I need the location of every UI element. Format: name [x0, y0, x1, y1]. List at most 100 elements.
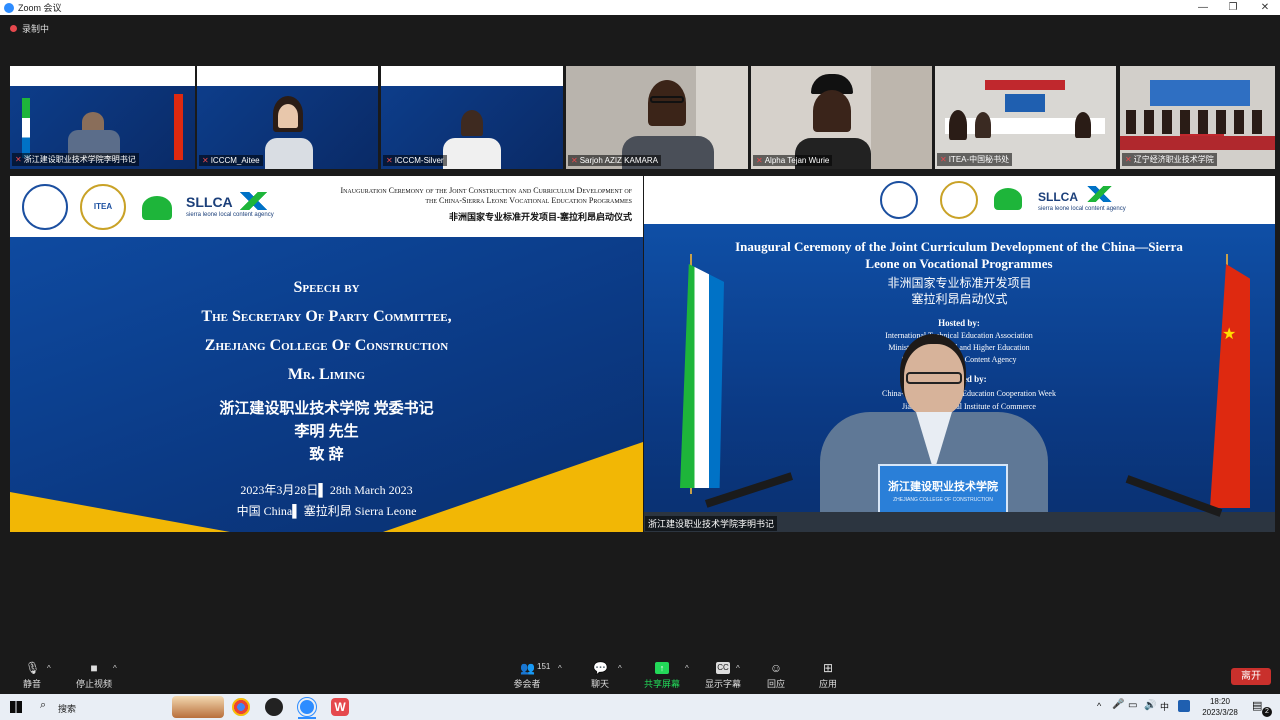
leave-button[interactable]: 离开 [1231, 668, 1271, 685]
os-taskbar: ⌕ 搜索 W ^ 🎤 ▭ 🔊 中 18:20 2023/3/28 ▤ 2 [0, 694, 1280, 720]
cc-icon: CC [716, 662, 730, 674]
backdrop-title-cn: 非洲国家专业标准开发项目 [887, 276, 1032, 290]
chat-chevron-icon[interactable]: ^ [618, 664, 622, 673]
participant-body [265, 138, 313, 169]
itea-logo-icon: ITEA [80, 184, 126, 230]
apps-button[interactable]: ⊞ 应用 [816, 662, 840, 690]
speech-line: Mr. Liming [287, 366, 366, 383]
meeting-toolbar: 🎙 静音 ^ ■ 停止视频 ^ 👥 参会者 151 ^ 💬 聊天 ^ ↑ 共享屏幕 ^ C… [0, 656, 1280, 694]
tray-mic-icon[interactable]: 🎤 [1112, 699, 1124, 710]
speaker-face [82, 112, 104, 132]
sierra-leone-coat-of-arms-icon [994, 188, 1022, 210]
curtain [871, 66, 932, 169]
org-item: China-Africa Vocational Education Cooper… [882, 389, 1056, 398]
mic-muted-icon: ✕ [202, 156, 209, 165]
clock-date: 2023/3/28 [1202, 708, 1238, 717]
maximize-button[interactable]: ❐ [1218, 0, 1248, 15]
zoom-taskbar-icon[interactable] [297, 697, 317, 717]
speech-line: Zhejiang College Of Construction [204, 337, 449, 354]
attendee [975, 112, 991, 138]
notification-icon[interactable]: ▤ [1252, 699, 1262, 712]
participant-face [648, 80, 686, 126]
participant-count: 151 [537, 662, 551, 671]
tile-slide-header [381, 66, 563, 86]
slide-header: ITEA SLLCA sierra leone local content ag… [10, 176, 643, 237]
window-title: Zoom 会议 [18, 3, 62, 13]
mic-muted-icon: ✕ [756, 156, 763, 165]
participant-tile[interactable]: ✕ ICCCM_Aitee [197, 66, 378, 169]
chat-button[interactable]: 💬 聊天 [588, 662, 612, 690]
share-screen-button[interactable]: ↑ 共享屏幕 [644, 662, 680, 690]
participant-tile[interactable]: ✕ Alpha Tejan Wurie [751, 66, 932, 169]
microphone-icon: 🎙 [25, 661, 41, 675]
speech-line: The Secretary Of Party Committee, [201, 308, 452, 325]
participant-tile[interactable]: ✕ Sarjoh AZIZ KAMARA [566, 66, 748, 169]
clock[interactable]: 18:20 2023/3/28 [1198, 696, 1242, 718]
tile-slide-header [197, 66, 378, 86]
participant-tile[interactable]: ✕ 辽宁经济职业技术学院 [1120, 66, 1275, 169]
speech-place: 中国 China▌ 塞拉利昂 Sierra Leone [236, 504, 417, 518]
speech-line-cn: 浙江建设职业技术学院 党委书记 [219, 400, 434, 417]
video-camera-icon: ■ [90, 661, 98, 675]
mute-button[interactable]: 🎙 静音 [20, 662, 44, 690]
nameplate: 浙江建设职业技术学院 ZHEJIANG COLLEGE OF CONSTRUCT… [878, 464, 1008, 516]
reactions-button[interactable]: ☺ 回应 [764, 662, 788, 690]
speech-date: 2023年3月28日▌ 28th March 2023 [240, 483, 413, 497]
china-flag-icon [174, 94, 183, 160]
backdrop-header: SLLCA sierra leone local content agency [644, 176, 1275, 224]
tray-chevron-icon[interactable]: ^ [1097, 701, 1101, 711]
attendee [949, 110, 967, 140]
attendee [1075, 112, 1091, 138]
stop-video-button[interactable]: ■ 停止视频 [74, 662, 114, 690]
minimize-button[interactable]: — [1188, 0, 1218, 15]
taskbar-search-label[interactable]: 搜索 [58, 702, 76, 715]
close-button[interactable]: ✕ [1250, 0, 1280, 15]
apps-grid-icon: ⊞ [822, 661, 834, 675]
participant-tile[interactable]: ✕ 浙江建设职业技术学院李明书记 [10, 66, 195, 169]
speech-line-cn: 致 辞 [309, 446, 344, 463]
speech-title: Speech by The Secretary Of Party Committ… [10, 273, 643, 389]
speech-title-cn: 浙江建设职业技术学院 党委书记 李明 先生 致 辞 [10, 397, 643, 466]
zoom-logo-icon [4, 2, 14, 13]
participant-tile[interactable]: ✕ ICCCM-Silver [381, 66, 563, 169]
captions-chevron-icon[interactable]: ^ [736, 664, 740, 673]
recording-indicator[interactable]: 录制中 [0, 15, 1280, 41]
tray-network-icon[interactable]: ▭ [1128, 700, 1137, 711]
tray-app-icon[interactable] [1178, 700, 1190, 712]
glasses-icon [906, 372, 962, 384]
nameplate-en: ZHEJIANG COLLEGE OF CONSTRUCTION [893, 497, 993, 503]
windows-start-icon[interactable] [10, 701, 22, 713]
audio-options-chevron-icon[interactable]: ^ [47, 664, 51, 673]
video-options-chevron-icon[interactable]: ^ [113, 664, 117, 673]
banner [985, 80, 1065, 90]
participants-chevron-icon[interactable]: ^ [558, 664, 562, 673]
association-seal-icon [22, 184, 68, 230]
sllca-mountain-icon [232, 192, 278, 210]
wps-icon[interactable]: W [331, 698, 349, 716]
association-seal-icon [880, 181, 918, 219]
sierra-leone-coat-of-arms-icon [142, 196, 172, 220]
search-icon[interactable]: ⌕ [40, 699, 46, 712]
participant-tile[interactable]: ✕ ITEA-中国秘书处 [935, 66, 1116, 169]
record-dot-icon [10, 24, 17, 32]
chrome-icon[interactable] [232, 698, 250, 716]
slide-header-title: Inauguration Ceremony of the Joint Const… [340, 186, 632, 205]
backdrop-title: Inaugural Ceremony of the Joint Curricul… [735, 239, 1183, 271]
ime-language[interactable]: 中 [1160, 700, 1169, 713]
app-icon[interactable] [265, 698, 283, 716]
glasses-icon [650, 96, 684, 103]
flag-star-icon: ★ [1222, 326, 1237, 343]
mic-muted-icon: ✕ [1125, 155, 1132, 164]
participant-face [813, 90, 851, 132]
slide-header-cn: 非洲国家专业标准开发项目-塞拉利昂启动仪式 [449, 212, 632, 222]
widget-image[interactable] [172, 696, 224, 718]
clock-time: 18:20 [1209, 697, 1231, 706]
nameplate-cn: 浙江建设职业技术学院 [888, 481, 998, 493]
speaker-name: 浙江建设职业技术学院李明书记 [645, 516, 778, 531]
mic-muted-icon: ✕ [386, 156, 393, 165]
shared-slide-view[interactable]: ITEA SLLCA sierra leone local content ag… [10, 176, 643, 532]
table [1120, 136, 1275, 150]
speaker-video-view[interactable]: SLLCA sierra leone local content agency … [644, 176, 1275, 532]
share-chevron-icon[interactable]: ^ [685, 664, 689, 673]
tray-volume-icon[interactable]: 🔊 [1144, 700, 1156, 711]
